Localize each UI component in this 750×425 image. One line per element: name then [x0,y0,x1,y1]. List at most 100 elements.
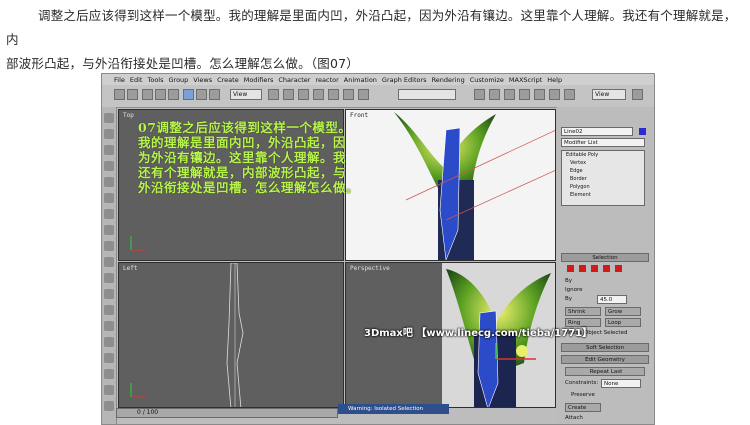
edit-geometry-rollout[interactable]: Edit Geometry [561,355,649,364]
tool-icon-11[interactable] [104,273,114,283]
preserve-uvs-checkbox[interactable]: Preserve [571,392,595,398]
menu-views[interactable]: Views [193,76,212,84]
layer-icon[interactable] [358,89,369,100]
tool-icon-18[interactable] [104,385,114,395]
element-select-icon[interactable] [615,265,622,272]
object-name-field[interactable]: Line02 [561,127,633,136]
viewport-left[interactable]: Left [118,262,344,408]
tool-icon-13[interactable] [104,305,114,315]
isolated-selection-warning[interactable]: Warning: Isolated Selection [338,404,449,414]
schematic-icon[interactable] [489,89,500,100]
move-icon[interactable] [183,89,194,100]
render-last-icon[interactable] [632,89,643,100]
selection-rollout[interactable]: Selection [561,253,649,262]
menu-create[interactable]: Create [217,76,239,84]
shrink-button[interactable]: Shrink [565,307,601,316]
menu-rendering[interactable]: Rendering [432,76,465,84]
menu-file[interactable]: File [114,76,125,84]
time-slider[interactable]: 0 / 100 [116,408,338,418]
material-editor-icon[interactable] [504,89,515,100]
render-type-select[interactable]: View [592,89,626,100]
modifier-list-select[interactable]: Modifier List [561,138,645,147]
pivot-icon[interactable] [268,89,279,100]
tool-icon-4[interactable] [104,161,114,171]
left-tool-strip [102,107,117,424]
stack-item[interactable]: Element [562,191,644,199]
stack-item[interactable]: Vertex [562,159,644,167]
stack-item[interactable]: Edge [562,167,644,175]
tool-icon-1[interactable] [104,113,114,123]
named-selection-select[interactable] [398,89,456,100]
tool-icon-16[interactable] [104,353,114,363]
scale-icon[interactable] [209,89,220,100]
angle-snap-icon[interactable] [298,89,309,100]
polygon-select-icon[interactable] [603,265,610,272]
tool-icon-9[interactable] [104,241,114,251]
menu-group[interactable]: Group [169,76,189,84]
menu-edit[interactable]: Edit [130,76,143,84]
loop-button[interactable]: Loop [605,318,641,327]
grow-button[interactable]: Grow [605,307,641,316]
menu-tools[interactable]: Tools [147,76,163,84]
menu-customize[interactable]: Customize [470,76,504,84]
render-setup-icon[interactable] [519,89,530,100]
ignore-backfacing-checkbox[interactable]: Ignore [565,287,583,293]
stack-item[interactable]: Editable Poly [562,151,644,159]
repeat-last-button[interactable]: Repeat Last [565,367,645,376]
overlay-line-5: 外沿衔接处是凹槽。怎么理解怎么做。 [138,180,360,195]
mirror-icon[interactable] [328,89,339,100]
unlink-icon[interactable] [155,89,166,100]
undo-icon[interactable] [114,89,125,100]
tool-icon-14[interactable] [104,321,114,331]
soft-selection-rollout[interactable]: Soft Selection [561,343,649,352]
tool-icon-12[interactable] [104,289,114,299]
create-button[interactable]: Create [565,403,601,412]
main-toolbar: View View [102,85,654,108]
by-vertex-checkbox[interactable]: By [565,278,572,284]
overlay-line-2: 我的理解是里面内凹，外沿凸起，因 [138,135,347,150]
angle-value-field[interactable]: 45.0 [597,295,627,304]
tool-icon-3[interactable] [104,145,114,155]
redo-icon[interactable] [127,89,138,100]
menu-reactor[interactable]: reactor [315,76,338,84]
stack-item[interactable]: Polygon [562,183,644,191]
tool-icon-6[interactable] [104,193,114,203]
menu-maxscript[interactable]: MAXScript [509,76,542,84]
watermark-text: 3Dmax吧 【www.linecg.com/tieba/1771】 [364,328,593,339]
rotate-icon[interactable] [196,89,207,100]
align-icon[interactable] [343,89,354,100]
object-color-swatch[interactable] [639,128,646,135]
menu-help[interactable]: Help [547,76,562,84]
tool-icon-17[interactable] [104,369,114,379]
border-select-icon[interactable] [591,265,598,272]
percent-snap-icon[interactable] [313,89,324,100]
tool-icon-10[interactable] [104,257,114,267]
vertex-select-icon[interactable] [567,265,574,272]
reference-coord-select[interactable]: View [230,89,262,100]
link-icon[interactable] [142,89,153,100]
tool-icon-19[interactable] [104,401,114,411]
environment-icon[interactable] [564,89,575,100]
curve-editor-icon[interactable] [474,89,485,100]
quick-render-icon[interactable] [549,89,560,100]
menu-modifiers[interactable]: Modifiers [244,76,274,84]
menu-graph-editors[interactable]: Graph Editors [382,76,427,84]
tool-icon-7[interactable] [104,209,114,219]
command-panel: Line02 Modifier List Editable Poly Verte… [557,107,654,424]
tool-icon-8[interactable] [104,225,114,235]
tool-icon-2[interactable] [104,129,114,139]
by-angle-checkbox[interactable]: By [565,296,572,302]
constraints-label: Constraints: [565,380,599,386]
edge-select-icon[interactable] [579,265,586,272]
menu-character[interactable]: Character [278,76,310,84]
tool-icon-15[interactable] [104,337,114,347]
attach-button[interactable]: Attach [565,415,583,421]
constraints-select[interactable]: None [601,379,641,388]
snap-icon[interactable] [283,89,294,100]
render-icon[interactable] [534,89,545,100]
stack-item[interactable]: Border [562,175,644,183]
menu-animation[interactable]: Animation [344,76,377,84]
tool-icon-5[interactable] [104,177,114,187]
select-icon[interactable] [168,89,179,100]
left-model-wire [130,263,244,407]
